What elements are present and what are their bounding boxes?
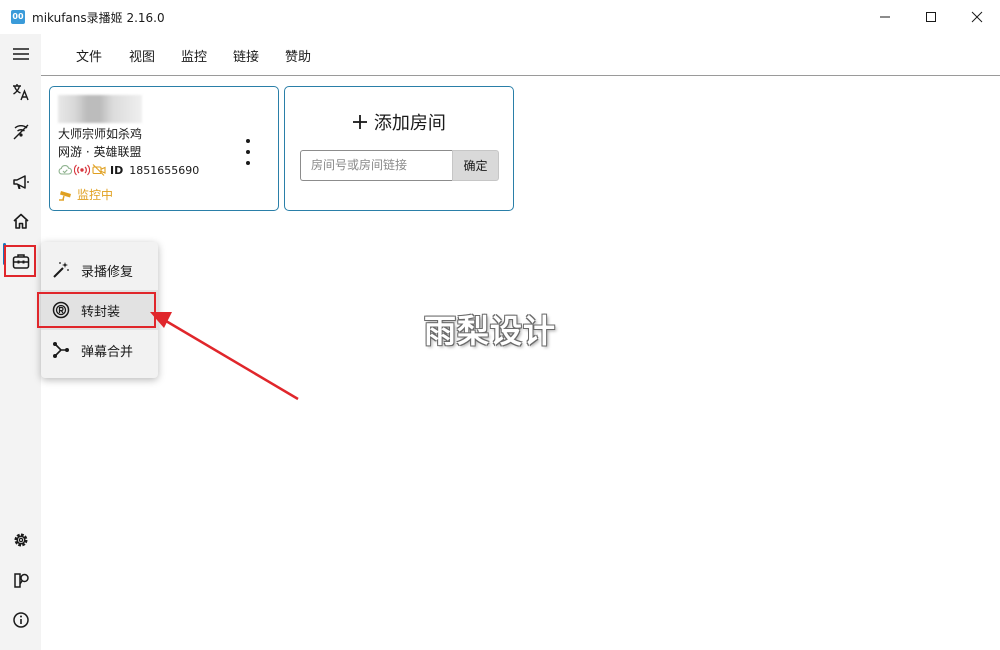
watermark-text: 雨梨设计 (424, 312, 557, 350)
